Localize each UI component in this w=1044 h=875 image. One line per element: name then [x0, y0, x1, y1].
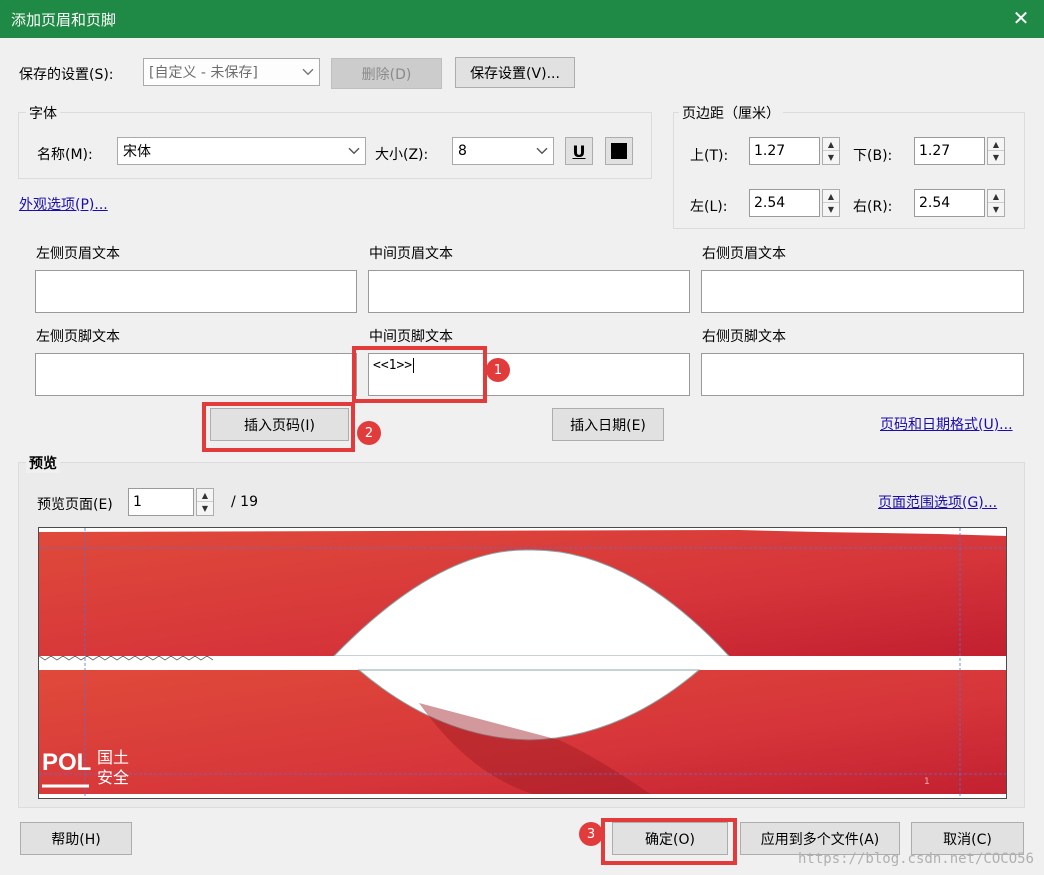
saved-settings-select[interactable]: [自定义 - 未保存] — [143, 58, 320, 86]
margin-right-input[interactable]: 2.54 — [914, 189, 985, 217]
font-name-select[interactable]: 宋体 — [117, 137, 366, 165]
margin-bottom-spinner[interactable]: ▲ ▼ — [987, 137, 1005, 165]
save-settings-button[interactable]: 保存设置(V)... — [455, 57, 575, 88]
margin-left-input[interactable]: 2.54 — [749, 189, 820, 217]
step1-badge: 1 — [486, 358, 510, 382]
preview-total-pages: / 19 — [231, 494, 258, 510]
watermark-text: https://blog.csdn.net/COCO56 — [797, 851, 1034, 867]
center-header-input[interactable] — [368, 270, 690, 313]
center-header-label: 中间页眉文本 — [369, 246, 453, 262]
margin-left-spinner[interactable]: ▲ ▼ — [822, 189, 840, 217]
left-header-input[interactable] — [35, 270, 357, 313]
page-date-format-link[interactable]: 页码和日期格式(U)... — [880, 414, 1013, 434]
step3-highlight — [601, 818, 737, 865]
title-bar: 添加页眉和页脚 ✕ — [0, 0, 1044, 38]
chevron-down-icon — [348, 147, 360, 155]
right-footer-label: 右侧页脚文本 — [702, 329, 786, 345]
margin-top-spinner[interactable]: ▲ ▼ — [822, 137, 840, 165]
left-footer-label: 左侧页脚文本 — [36, 329, 120, 345]
saved-settings-value: [自定义 - 未保存] — [149, 65, 258, 81]
preview-image: POL 国土 安全 1 — [39, 528, 1006, 798]
font-color-button[interactable] — [605, 137, 633, 165]
font-name-value: 宋体 — [123, 144, 151, 160]
preview-logo-text: POL — [42, 749, 91, 776]
step2-badge: 2 — [357, 421, 381, 445]
margin-top-input[interactable]: 1.27 — [749, 137, 820, 165]
center-footer-label: 中间页脚文本 — [369, 329, 453, 345]
left-footer-input[interactable] — [35, 353, 357, 396]
font-size-label: 大小(Z): — [375, 147, 429, 163]
font-name-label: 名称(M): — [37, 147, 93, 163]
saved-settings-label: 保存的设置(S): — [19, 67, 114, 83]
step3-badge: 3 — [579, 822, 603, 846]
margin-top-label: 上(T): — [690, 148, 729, 164]
margin-right-spinner[interactable]: ▲ ▼ — [987, 189, 1005, 217]
preview-page-input[interactable]: 1 — [128, 488, 194, 516]
font-group-label: 字体 — [26, 103, 60, 123]
close-icon[interactable]: ✕ — [1008, 5, 1034, 31]
chevron-down-icon — [302, 68, 314, 76]
delete-button[interactable]: 删除(D) — [331, 58, 442, 89]
window-title: 添加页眉和页脚 — [11, 11, 117, 29]
preview-group-label: 预览 — [26, 453, 60, 473]
margin-bottom-label: 下(B): — [853, 148, 893, 164]
preview-pane: POL 国土 安全 1 — [38, 527, 1007, 799]
preview-page-label: 预览页面(E) — [37, 497, 113, 513]
chevron-down-icon — [536, 147, 548, 155]
insert-date-button[interactable]: 插入日期(E) — [552, 408, 664, 441]
margin-right-label: 右(R): — [853, 199, 893, 215]
step1-highlight — [352, 346, 487, 403]
preview-page-number: 1 — [924, 777, 930, 787]
preview-logo-cn-1: 国土 — [97, 748, 129, 767]
step2-highlight — [202, 402, 355, 452]
margin-left-label: 左(L): — [690, 199, 728, 215]
font-size-value: 8 — [458, 143, 467, 159]
help-button[interactable]: 帮助(H) — [20, 822, 132, 855]
color-swatch-icon — [611, 143, 627, 159]
left-header-label: 左侧页眉文本 — [36, 246, 120, 262]
preview-logo-cn-2: 安全 — [97, 768, 129, 787]
underline-icon: U — [572, 141, 586, 161]
margins-group-label: 页边距（厘米） — [679, 103, 783, 123]
right-header-input[interactable] — [701, 270, 1024, 313]
appearance-options-link[interactable]: 外观选项(P)... — [19, 194, 108, 214]
underline-button[interactable]: U — [565, 137, 593, 165]
right-header-label: 右侧页眉文本 — [702, 246, 786, 262]
right-footer-input[interactable] — [701, 353, 1024, 396]
page-range-options-link[interactable]: 页面范围选项(G)... — [878, 492, 997, 512]
font-size-select[interactable]: 8 — [452, 137, 554, 165]
preview-page-spinner[interactable]: ▲ ▼ — [196, 488, 214, 516]
margin-bottom-input[interactable]: 1.27 — [914, 137, 985, 165]
